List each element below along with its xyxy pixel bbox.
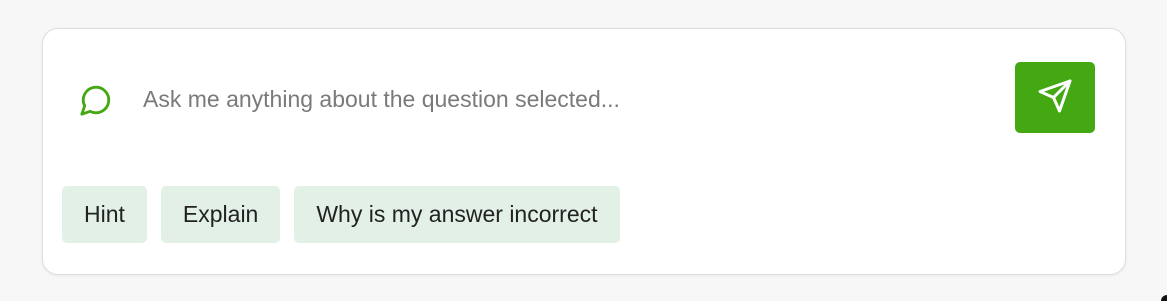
why-incorrect-chip[interactable]: Why is my answer incorrect bbox=[294, 186, 620, 243]
explain-chip[interactable]: Explain bbox=[160, 186, 281, 243]
chat-bubble-icon bbox=[79, 83, 113, 117]
hint-chip[interactable]: Hint bbox=[62, 186, 147, 243]
corner-shadow bbox=[1161, 295, 1167, 301]
suggestion-chips: Hint Explain Why is my answer incorrect bbox=[62, 186, 620, 243]
send-icon bbox=[1037, 78, 1073, 117]
chat-card: Hint Explain Why is my answer incorrect bbox=[42, 28, 1126, 275]
question-input[interactable] bbox=[143, 79, 983, 119]
send-button[interactable] bbox=[1015, 62, 1095, 133]
chat-input-row bbox=[43, 29, 1125, 169]
